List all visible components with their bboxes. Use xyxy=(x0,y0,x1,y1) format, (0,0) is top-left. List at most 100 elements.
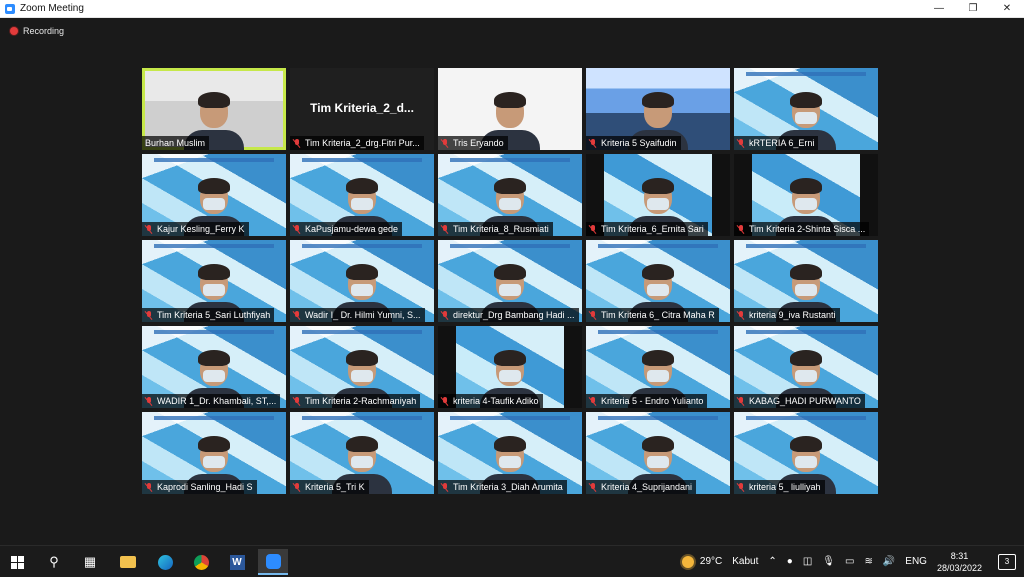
minimize-button[interactable]: — xyxy=(922,0,956,17)
participant-name: Tim Kriteria 3_Diah Arumita xyxy=(453,482,563,492)
participant-tile[interactable]: Kriteria 5 Syaifudin xyxy=(586,68,730,150)
recording-indicator[interactable]: Recording xyxy=(10,26,64,36)
participant-tile[interactable]: Tim Kriteria 6_ Citra Maha R xyxy=(586,240,730,322)
participant-nametag: Wadir I_ Dr. Hilmi Yumni, S... xyxy=(290,308,425,322)
participant-name: kRTERIA 6_Erni xyxy=(749,138,815,148)
participant-name: Tim Kriteria_2_drg.Fitri Pur... xyxy=(305,138,420,148)
participant-tile[interactable]: KaPusjamu-dewa gede xyxy=(290,154,434,236)
participant-tile[interactable]: Tim Kriteria 5_Sari Luthfiyah xyxy=(142,240,286,322)
zoom-app-icon xyxy=(5,3,15,14)
participant-nametag: kriteria 4-Taufik Adiko xyxy=(438,394,543,408)
participant-tile[interactable]: kriteria 9_iva Rustanti xyxy=(734,240,878,322)
close-button[interactable]: ✕ xyxy=(990,0,1024,17)
participant-nametag: Kriteria 5 - Endro Yulianto xyxy=(586,394,708,408)
language-indicator[interactable]: ENG xyxy=(905,556,927,567)
participant-tile[interactable]: KABAG_HADI PURWANTO xyxy=(734,326,878,408)
participant-name: kriteria 5_ liulliyah xyxy=(749,482,821,492)
participant-nametag: kriteria 5_ liulliyah xyxy=(734,480,825,494)
participant-nametag: Kriteria 4_Suprijandani xyxy=(586,480,697,494)
participant-nametag: Kajur Kesling_Ferry K xyxy=(142,222,249,236)
participant-name: Tim Kriteria 6_ Citra Maha R xyxy=(601,310,715,320)
participant-name: direktur_Drg Bambang Hadi ... xyxy=(453,310,575,320)
participant-tile[interactable]: kriteria 4-Taufik Adiko xyxy=(438,326,582,408)
zoom-tray-icon[interactable]: ● xyxy=(787,556,793,567)
window-title: Zoom Meeting xyxy=(20,3,84,14)
participant-nametag: Kriteria 5_Tri K xyxy=(290,480,369,494)
participant-name: Kriteria 5 - Endro Yulianto xyxy=(601,396,704,406)
participant-tile[interactable]: kRTERIA 6_Erni xyxy=(734,68,878,150)
mic-muted-icon xyxy=(737,224,745,234)
chevron-up-icon[interactable]: ⌃ xyxy=(768,556,776,567)
participant-name: Burhan Muslim xyxy=(145,138,206,148)
search-icon[interactable]: ⚲ xyxy=(43,551,65,573)
mic-muted-icon xyxy=(441,138,449,148)
zoom-taskbar-icon[interactable] xyxy=(258,549,288,575)
word-icon[interactable]: W xyxy=(226,551,248,573)
participant-tile[interactable]: Tim Kriteria_6_Ernita Sari xyxy=(586,154,730,236)
participant-tile[interactable]: Tim Kriteria 2-Shinta Sisca ... xyxy=(734,154,878,236)
participant-nametag: direktur_Drg Bambang Hadi ... xyxy=(438,308,579,322)
participant-tile[interactable]: Kajur Kesling_Ferry K xyxy=(142,154,286,236)
participant-name: Kajur Kesling_Ferry K xyxy=(157,224,245,234)
recording-label: Recording xyxy=(23,26,65,36)
participant-tile[interactable]: Kaprodi Sanling_Hadi S xyxy=(142,412,286,494)
participant-nametag: Tris Eryando xyxy=(438,136,508,150)
participant-tile[interactable]: Tris Eryando xyxy=(438,68,582,150)
participant-name: Kaprodi Sanling_Hadi S xyxy=(157,482,253,492)
mic-muted-icon xyxy=(737,138,745,148)
volume-icon[interactable]: 🔊 xyxy=(883,556,895,567)
weather-temp[interactable]: 29°C xyxy=(700,556,722,567)
clock-date: 28/03/2022 xyxy=(936,562,982,573)
edge-icon[interactable] xyxy=(154,551,176,573)
microphone-icon[interactable]: 🎙 xyxy=(822,556,835,567)
participant-tile[interactable]: Tim Kriteria 2-Rachmaniyah xyxy=(290,326,434,408)
weather-desc[interactable]: Kabut xyxy=(732,556,758,567)
participant-tile[interactable]: Tim Kriteria 3_Diah Arumita xyxy=(438,412,582,494)
mic-muted-icon xyxy=(589,224,597,234)
restore-button[interactable]: ❐ xyxy=(956,0,990,17)
participant-tile[interactable]: Tim Kriteria_8_Rusmiati xyxy=(438,154,582,236)
participant-name: kriteria 9_iva Rustanti xyxy=(749,310,836,320)
participant-name: kriteria 4-Taufik Adiko xyxy=(453,396,539,406)
participant-tile[interactable]: Kriteria 5_Tri K xyxy=(290,412,434,494)
participant-tile[interactable]: Tim Kriteria_2_d... Tim Kriteria_2_drg.Fi… xyxy=(290,68,434,150)
participant-tile[interactable]: kriteria 5_ liulliyah xyxy=(734,412,878,494)
wifi-icon[interactable]: ≋ xyxy=(864,556,872,567)
participant-name: Tim Kriteria 2-Shinta Sisca ... xyxy=(749,224,866,234)
usb-icon[interactable]: ◫ xyxy=(803,556,812,567)
mic-muted-icon xyxy=(145,482,153,492)
mic-muted-icon xyxy=(293,310,301,320)
participant-nametag: WADIR 1_Dr. Khambali, ST,... xyxy=(142,394,281,408)
task-view-icon[interactable]: ▦ xyxy=(79,551,101,573)
start-button[interactable] xyxy=(6,551,28,573)
mic-muted-icon xyxy=(145,396,153,406)
mic-muted-icon xyxy=(293,482,301,492)
mic-muted-icon xyxy=(145,310,153,320)
participant-nametag: kriteria 9_iva Rustanti xyxy=(734,308,840,322)
participant-tile[interactable]: Wadir I_ Dr. Hilmi Yumni, S... xyxy=(290,240,434,322)
participant-name: Kriteria 5 Syaifudin xyxy=(601,138,677,148)
mic-muted-icon xyxy=(293,396,301,406)
participant-nametag: Tim Kriteria 5_Sari Luthfiyah xyxy=(142,308,275,322)
mic-muted-icon xyxy=(441,224,449,234)
participant-tile[interactable]: Kriteria 4_Suprijandani xyxy=(586,412,730,494)
participant-name: Kriteria 4_Suprijandani xyxy=(601,482,693,492)
clock-time: 8:31 xyxy=(950,550,969,561)
participant-tile[interactable]: Burhan Muslim xyxy=(142,68,286,150)
participant-tile[interactable]: Kriteria 5 - Endro Yulianto xyxy=(586,326,730,408)
battery-icon[interactable]: ▭ xyxy=(845,556,854,567)
participant-name: Tim Kriteria 5_Sari Luthfiyah xyxy=(157,310,271,320)
file-explorer-icon[interactable] xyxy=(117,551,139,573)
participant-nametag: Kriteria 5 Syaifudin xyxy=(586,136,681,150)
clock[interactable]: 8:31 28/03/2022 xyxy=(937,550,982,574)
participant-tile[interactable]: WADIR 1_Dr. Khambali, ST,... xyxy=(142,326,286,408)
participant-name: Tim Kriteria_6_Ernita Sari xyxy=(601,224,704,234)
participant-nametag: Tim Kriteria_2_drg.Fitri Pur... xyxy=(290,136,424,150)
mic-muted-icon xyxy=(589,482,597,492)
participant-name: Tim Kriteria_8_Rusmiati xyxy=(453,224,549,234)
weather-sun-icon xyxy=(681,555,694,568)
notification-icon[interactable]: 3 xyxy=(998,553,1016,570)
chrome-icon[interactable] xyxy=(190,551,212,573)
participant-name: Wadir I_ Dr. Hilmi Yumni, S... xyxy=(305,310,421,320)
participant-tile[interactable]: direktur_Drg Bambang Hadi ... xyxy=(438,240,582,322)
